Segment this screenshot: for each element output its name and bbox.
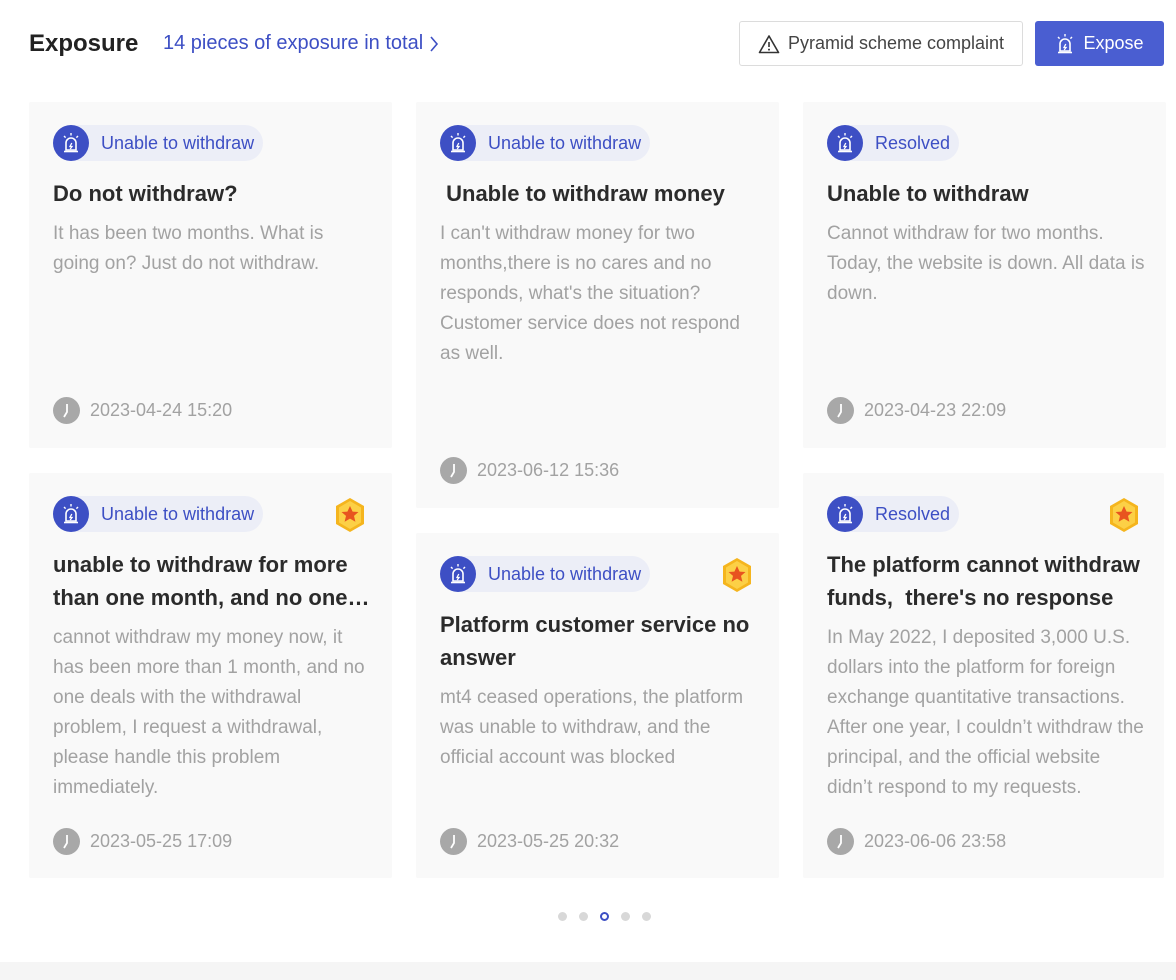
- status-tag-label: Resolved: [875, 132, 951, 153]
- card-title: Do not withdraw?: [53, 181, 238, 206]
- chevron-right-icon: [430, 35, 439, 52]
- medal-icon: [336, 498, 364, 532]
- alarm-icon: [440, 125, 476, 161]
- card-time: 2023-04-24 15:20: [53, 396, 232, 424]
- status-tag: Resolved: [827, 125, 960, 161]
- total-exposure-label: 14 pieces of exposure in total: [163, 32, 424, 54]
- pagination-dot[interactable]: [642, 911, 651, 921]
- pagination-dot[interactable]: [579, 911, 588, 921]
- status-tag: Resolved: [827, 496, 960, 532]
- card-body: cannot withdraw my money now, it has bee…: [53, 627, 365, 798]
- card-title: Platform customer service no answer: [440, 612, 750, 670]
- card-time-value: 2023-05-25 20:32: [477, 830, 620, 851]
- status-tag-label: Unable to withdraw: [101, 132, 255, 153]
- status-tag: Unable to withdraw: [440, 556, 651, 592]
- card-time: 2023-06-06 23:58: [827, 827, 1006, 855]
- total-exposure-link[interactable]: 14 pieces of exposure in total: [163, 32, 439, 55]
- card-body: Cannot withdraw for two months. Today, t…: [827, 223, 1145, 304]
- expose-label: Expose: [1083, 33, 1144, 53]
- alarm-icon: [827, 496, 863, 532]
- footer-divider: [0, 962, 1176, 980]
- card-time: 2023-06-12 15:36: [440, 456, 619, 484]
- alarm-icon: [53, 125, 89, 161]
- page-title: Exposure: [29, 30, 139, 57]
- expose-button[interactable]: Expose: [1035, 21, 1164, 66]
- alarm-icon: [440, 556, 476, 592]
- exposure-card[interactable]: Unable to withdraw Platform customer ser…: [416, 533, 779, 878]
- medal-icon: [1110, 498, 1138, 532]
- status-tag-label: Resolved: [875, 503, 951, 524]
- card-time: 2023-05-25 17:09: [53, 827, 232, 855]
- pagination-dot[interactable]: [621, 911, 630, 921]
- alarm-icon: [1057, 33, 1073, 53]
- clock-icon: [440, 456, 467, 484]
- exposure-card[interactable]: Resolved Unable to withdraw Cannot withd…: [803, 102, 1166, 448]
- card-time-value: 2023-05-25 17:09: [90, 830, 233, 851]
- card-body: In May 2022, I deposited 3,000 U.S. doll…: [827, 627, 1144, 798]
- status-tag-label: Unable to withdraw: [488, 563, 642, 584]
- status-tag: Unable to withdraw: [440, 125, 651, 161]
- clock-icon: [827, 396, 854, 424]
- card-time-value: 2023-04-24 15:20: [90, 399, 233, 420]
- pagination-dot[interactable]: [558, 911, 567, 921]
- card-title: unable to withdraw for more than one mon…: [53, 552, 348, 610]
- card-body: I can't withdraw money for two months,th…: [440, 223, 740, 364]
- exposure-card[interactable]: Resolved The platform cannot withdraw fu…: [803, 473, 1164, 878]
- clock-icon: [440, 827, 467, 855]
- exposure-card[interactable]: Unable to withdraw unable to withdraw fo…: [29, 473, 392, 878]
- pagination-dot[interactable]: [600, 911, 609, 921]
- exposure-card[interactable]: Unable to withdraw Do not withdraw? It h…: [29, 102, 392, 448]
- card-title: Unable to withdraw money: [440, 181, 725, 206]
- card-body: It has been two months. What is going on…: [53, 223, 324, 274]
- status-tag: Unable to withdraw: [53, 496, 264, 532]
- alarm-icon: [827, 125, 863, 161]
- card-time-value: 2023-06-12 15:36: [477, 459, 620, 480]
- status-tag-label: Unable to withdraw: [488, 132, 642, 153]
- medal-icon: [723, 558, 751, 592]
- exposure-card[interactable]: Unable to withdraw Unable to withdraw mo…: [416, 102, 779, 508]
- clock-icon: [53, 827, 80, 855]
- card-time-value: 2023-04-23 22:09: [864, 399, 1007, 420]
- clock-icon: [827, 827, 854, 855]
- exposure-header: Exposure 14 pieces of exposure in total …: [0, 0, 1176, 88]
- card-time: 2023-04-23 22:09: [827, 396, 1006, 424]
- card-title: The platform cannot withdraw funds, ther…: [827, 552, 1140, 610]
- status-tag-label: Unable to withdraw: [101, 503, 255, 524]
- pagination-dots: [558, 911, 663, 921]
- card-time: 2023-05-25 20:32: [440, 827, 619, 855]
- card-body: mt4 ceased operations, the platform was …: [440, 687, 744, 768]
- status-tag: Unable to withdraw: [53, 125, 264, 161]
- alarm-icon: [53, 496, 89, 532]
- pyramid-complaint-label: Pyramid scheme complaint: [787, 33, 1005, 53]
- clock-icon: [53, 396, 80, 424]
- pyramid-complaint-button[interactable]: Pyramid scheme complaint: [739, 21, 1023, 66]
- card-time-value: 2023-06-06 23:58: [864, 830, 1007, 851]
- warning-icon: [758, 34, 780, 53]
- card-title: Unable to withdraw: [827, 181, 1029, 206]
